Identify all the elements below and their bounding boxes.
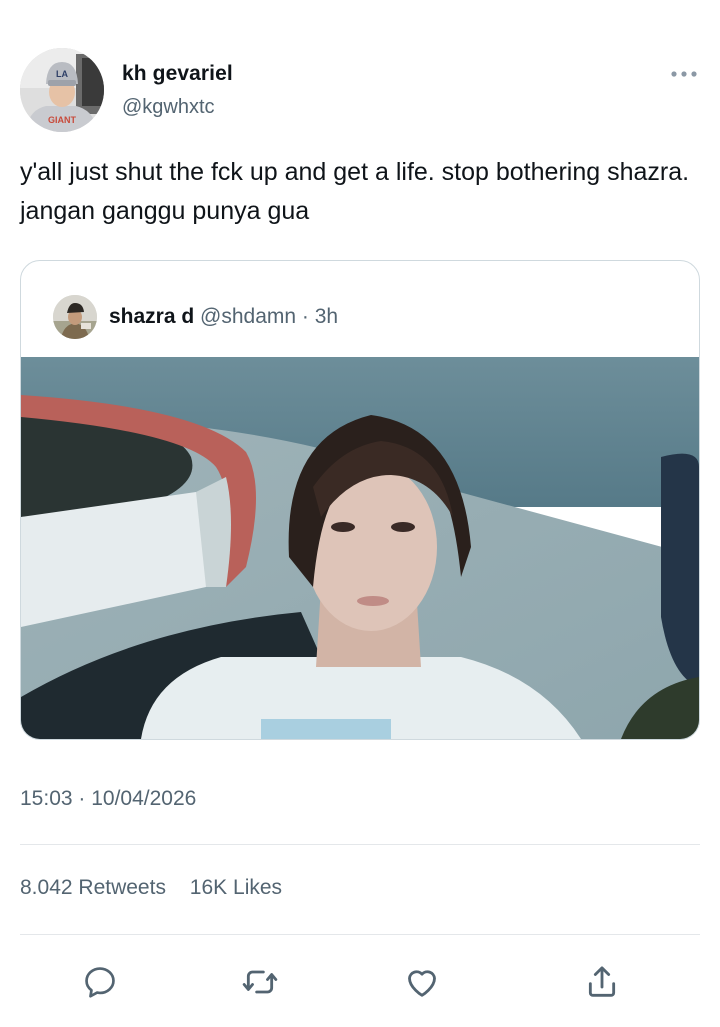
avatar-cap-text: LA (56, 69, 68, 79)
quote-author-meta[interactable]: @shdamn · 3h (200, 305, 338, 328)
tweet-text: y'all just shut the fck up and get a lif… (20, 158, 690, 225)
share-icon (588, 966, 616, 997)
retweet-icon (242, 970, 278, 994)
reply-button[interactable] (76, 958, 124, 1006)
more-options-button[interactable] (664, 64, 704, 84)
tweet: LA GIANT kh gevariel @kgwhxtc y'all just… (0, 0, 720, 1027)
quoted-tweet-card[interactable]: shazra d @shdamn · 3h (20, 260, 700, 740)
heart-icon (408, 970, 436, 997)
likes-stat[interactable]: 16K Likes (190, 876, 282, 900)
likes-label: Likes (233, 876, 283, 899)
divider-bottom (20, 934, 700, 935)
quote-photo-image (21, 357, 699, 739)
author-handle[interactable]: @kgwhxtc (122, 96, 215, 119)
quote-photo[interactable] (21, 357, 699, 739)
likes-count: 16K (189, 876, 228, 899)
more-horizontal-icon (671, 71, 697, 77)
quote-avatar-image (53, 295, 97, 339)
quote-avatar[interactable] (53, 295, 97, 339)
divider-top (20, 844, 700, 845)
tweet-stats: 8.042 Retweets 16K Likes (20, 876, 300, 900)
tweet-timestamp[interactable]: 15:03 · 10/04/2026 (20, 787, 196, 811)
retweets-label: Retweets (78, 876, 166, 899)
retweets-count: 8.042 (20, 876, 73, 899)
share-button[interactable] (578, 958, 626, 1006)
quote-author-name[interactable]: shazra d (109, 305, 194, 328)
reply-icon (85, 967, 115, 998)
retweet-button[interactable] (236, 958, 284, 1006)
retweets-stat[interactable]: 8.042 Retweets (20, 876, 166, 900)
author-avatar-image: LA GIANT (20, 48, 104, 132)
avatar-shirt-text: GIANT (48, 115, 77, 125)
author-name[interactable]: kh gevariel (122, 62, 233, 86)
quote-header: shazra d @shdamn · 3h (109, 305, 338, 329)
like-button[interactable] (398, 958, 446, 1006)
author-avatar[interactable]: LA GIANT (20, 48, 104, 132)
